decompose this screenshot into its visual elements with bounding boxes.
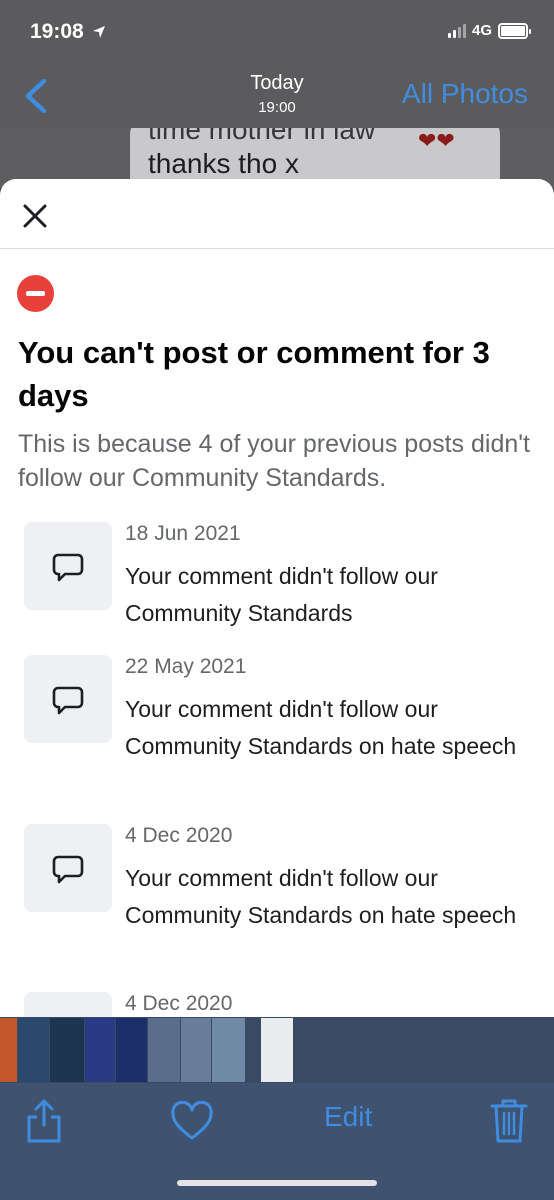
violation-date: 22 May 2021 xyxy=(125,655,247,678)
violation-thumb xyxy=(24,522,112,610)
filmstrip-thumb[interactable] xyxy=(181,1018,211,1082)
violation-date: 4 Dec 2020 xyxy=(125,824,233,847)
battery-icon xyxy=(498,22,531,39)
network-label: 4G xyxy=(471,22,492,39)
violation-text: Your comment didn't follow our Community… xyxy=(125,865,517,928)
photos-nav-bar: Today 19:00 All Photos xyxy=(0,64,554,128)
violation-date: 4 Dec 2020 xyxy=(125,992,233,1015)
comment-bubble-icon xyxy=(52,855,84,884)
filmstrip-thumb[interactable] xyxy=(148,1018,180,1082)
no-entry-icon xyxy=(17,275,54,312)
filmstrip-thumb[interactable] xyxy=(50,1018,84,1082)
filmstrip-thumb[interactable] xyxy=(18,1018,49,1082)
filmstrip-thumb[interactable] xyxy=(85,1018,115,1082)
violation-text: Your comment didn't follow our Community… xyxy=(125,696,517,759)
filmstrip-thumb[interactable] xyxy=(116,1018,147,1082)
trash-icon[interactable] xyxy=(489,1097,529,1145)
filmstrip-thumb-current[interactable] xyxy=(261,1018,293,1082)
restriction-sheet: You can't post or comment for 3 days Thi… xyxy=(0,179,554,1017)
status-time-group: 19:08 xyxy=(30,20,106,44)
comment-bubble-icon xyxy=(52,686,84,715)
violation-date: 18 Jun 2021 xyxy=(125,522,241,545)
notice-headline: You can't post or comment for 3 days xyxy=(18,335,490,413)
home-indicator[interactable] xyxy=(177,1180,377,1186)
filmstrip-thumb[interactable] xyxy=(0,1018,17,1082)
background-message-line2: thanks tho x xyxy=(148,148,299,179)
heart-icon[interactable] xyxy=(170,1101,214,1141)
sheet-header xyxy=(0,179,554,249)
status-time: 19:08 xyxy=(30,20,84,43)
signal-icon xyxy=(447,23,466,38)
violation-thumb xyxy=(24,655,112,743)
notice-description: This is because 4 of your previous posts… xyxy=(18,430,530,492)
status-indicators: 4G xyxy=(447,22,531,39)
background-message-line1: time mother in law xyxy=(148,128,376,145)
violation-thumb xyxy=(24,824,112,912)
photo-filmstrip[interactable] xyxy=(0,1017,554,1083)
all-photos-button[interactable]: All Photos xyxy=(402,78,528,110)
share-icon[interactable] xyxy=(24,1097,64,1145)
edit-button[interactable]: Edit xyxy=(324,1101,372,1133)
status-bar: 19:08 4G xyxy=(0,0,554,64)
filmstrip-thumb[interactable] xyxy=(212,1018,245,1082)
heart-emoji-icon: ❤❤ xyxy=(418,128,455,153)
violation-thumb xyxy=(24,992,112,1017)
location-arrow-icon xyxy=(92,26,105,38)
close-icon[interactable] xyxy=(20,201,50,231)
violation-text: Your comment didn't follow our Community… xyxy=(125,563,438,626)
comment-bubble-icon xyxy=(52,553,84,582)
